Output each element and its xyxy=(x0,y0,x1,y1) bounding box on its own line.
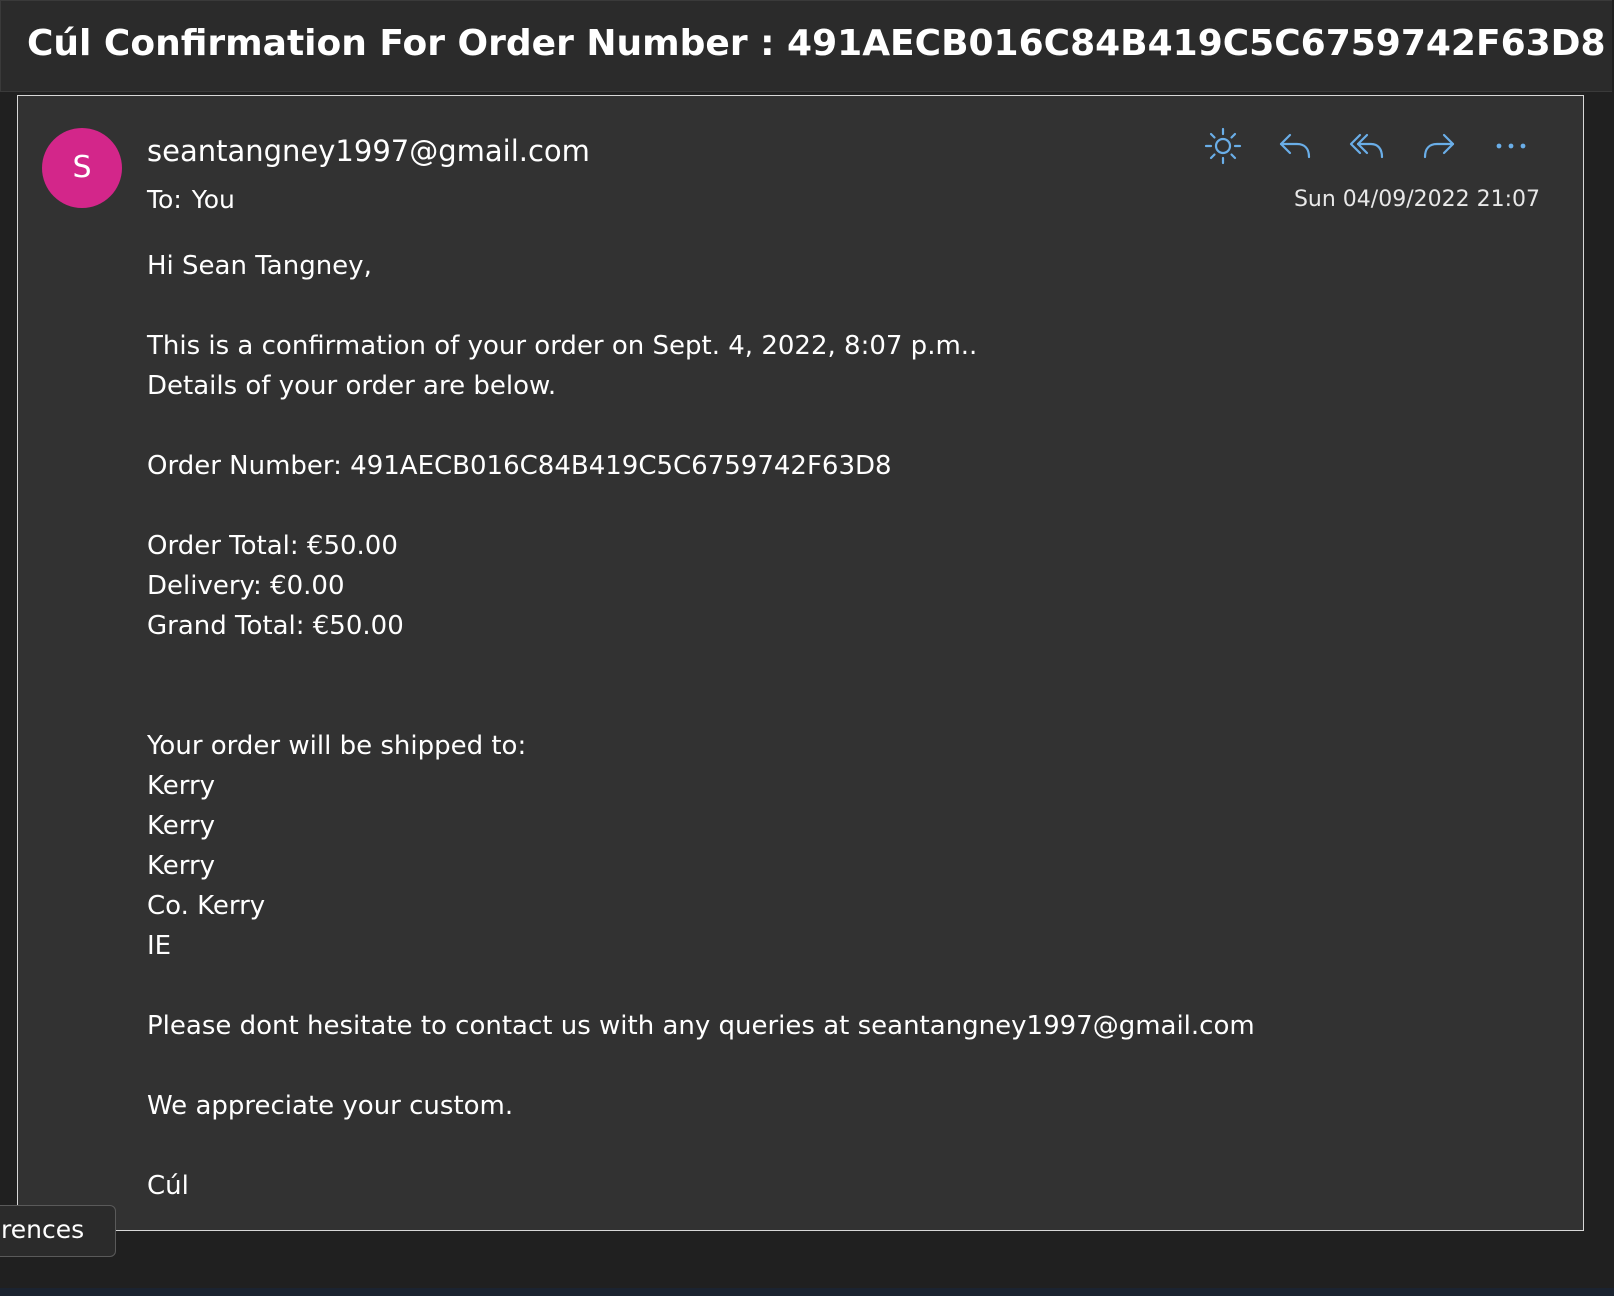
forward-button[interactable] xyxy=(1403,122,1475,170)
avatar[interactable]: S xyxy=(42,128,122,208)
message-card: S seantangney1997@gmail.com To: You Sun … xyxy=(17,95,1584,1231)
address-county: Co. Kerry xyxy=(147,891,266,921)
reply-all-icon xyxy=(1349,133,1384,159)
sender-address[interactable]: seantangney1997@gmail.com xyxy=(147,134,590,168)
received-date: Sun 04/09/2022 21:07 xyxy=(1293,187,1540,212)
details-line: Details of your order are below. xyxy=(147,371,557,401)
ship-to-heading: Your order will be shipped to: xyxy=(147,731,527,761)
message-actions-toolbar xyxy=(1187,122,1547,170)
address-country: IE xyxy=(147,931,172,961)
confirmation-line: This is a confirmation of your order on … xyxy=(147,331,978,361)
grand-total: Grand Total: €50.00 xyxy=(147,611,404,641)
recipient-value[interactable]: You xyxy=(192,185,235,214)
order-total: Order Total: €50.00 xyxy=(147,531,398,561)
light-mode-button[interactable] xyxy=(1187,122,1259,170)
forward-icon xyxy=(1423,133,1455,159)
recipient-line: To: You xyxy=(147,185,235,214)
reply-icon xyxy=(1279,133,1311,159)
reply-all-button[interactable] xyxy=(1331,122,1403,170)
address-line: Kerry xyxy=(147,851,216,881)
delivery-cost: Delivery: €0.00 xyxy=(147,571,345,601)
order-number: Order Number: 491AECB016C84B419C5C675974… xyxy=(147,451,892,481)
signature: Cúl xyxy=(147,1171,189,1201)
to-label: To: xyxy=(147,185,182,214)
subject-bar: Cúl Confirmation For Order Number : 491A… xyxy=(0,0,1612,92)
email-subject: Cúl Confirmation For Order Number : 491A… xyxy=(27,23,1606,64)
preferences-tab[interactable]: rences xyxy=(0,1205,116,1257)
greeting: Hi Sean Tangney, xyxy=(147,251,372,281)
contact-line: Please dont hesitate to contact us with … xyxy=(147,1011,1255,1041)
address-line: Kerry xyxy=(147,811,216,841)
email-body: Hi Sean Tangney, This is a confirmation … xyxy=(147,246,1527,1206)
appreciation-line: We appreciate your custom. xyxy=(147,1091,514,1121)
more-actions-button[interactable] xyxy=(1475,122,1547,170)
taskbar-edge xyxy=(0,1288,1614,1296)
email-reading-pane: Cúl Confirmation For Order Number : 491A… xyxy=(0,0,1614,1296)
address-line: Kerry xyxy=(147,771,216,801)
more-icon xyxy=(1496,143,1526,149)
sun-icon xyxy=(1204,127,1242,165)
reply-button[interactable] xyxy=(1259,122,1331,170)
